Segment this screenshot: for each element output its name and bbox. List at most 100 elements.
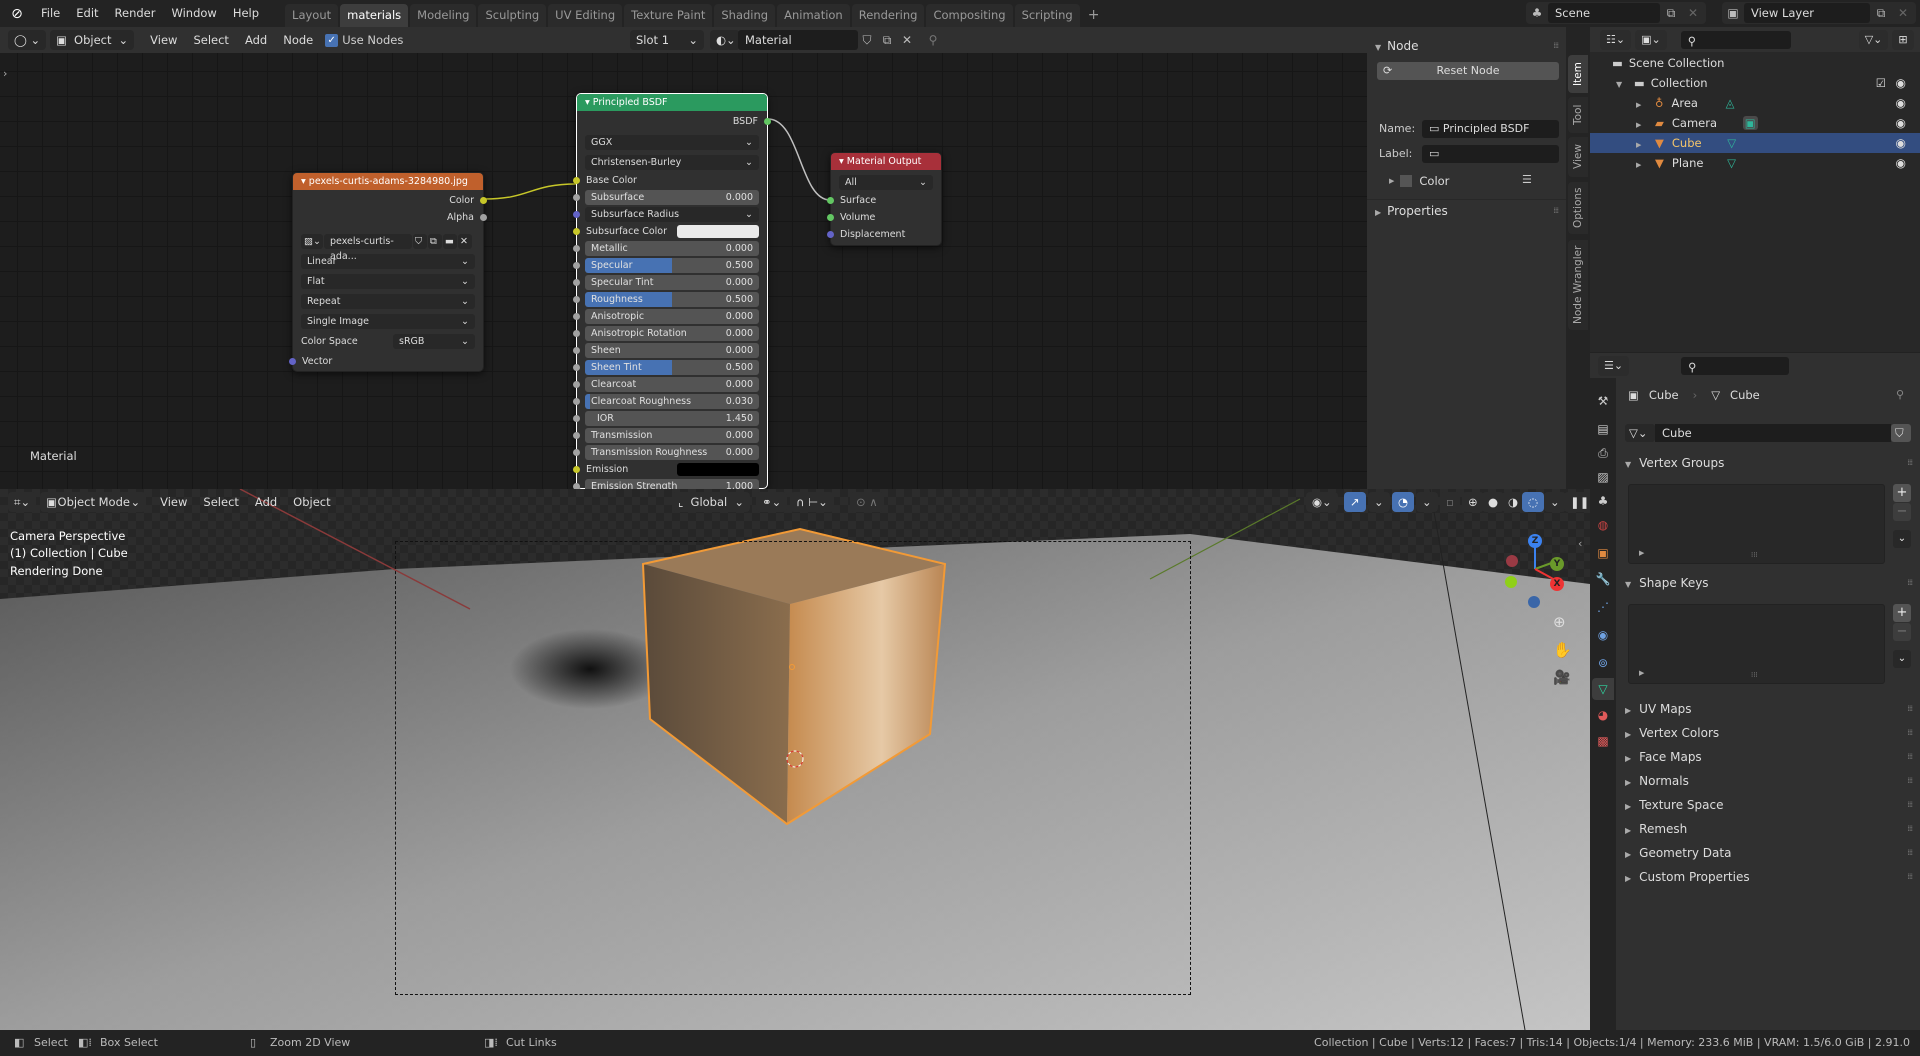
- pin-icon[interactable]: ⚲: [1896, 388, 1904, 401]
- vertex-groups-list[interactable]: ▶ ⁞⁞⁞: [1628, 484, 1885, 564]
- drag-grip-icon[interactable]: ⁞⁞⁞: [1553, 200, 1559, 222]
- expand-triangle-icon[interactable]: ▼: [1616, 80, 1622, 89]
- drag-grip-icon[interactable]: ⁞⁞⁞: [1907, 794, 1913, 816]
- panel-shape-keys[interactable]: ▼ Shape Keys ⁞⁞⁞: [1617, 572, 1920, 594]
- socket[interactable]: [573, 449, 580, 456]
- interpolation-dropdown[interactable]: Linear ⌄: [301, 254, 475, 269]
- world-tab-icon[interactable]: ◍: [1592, 514, 1614, 536]
- editor-type-icon[interactable]: ☰⌄: [1598, 355, 1630, 376]
- eye-icon[interactable]: ◉: [1896, 73, 1906, 93]
- material-tab-icon[interactable]: ◕: [1592, 704, 1614, 726]
- menu-help[interactable]: Help: [225, 0, 267, 27]
- use-color-checkbox[interactable]: [1400, 175, 1413, 187]
- list-expand-icon[interactable]: ▶: [1639, 549, 1644, 557]
- gizmo-neg-x-axis[interactable]: [1506, 555, 1518, 567]
- drag-grip-icon[interactable]: ⁞⁞⁞: [1907, 866, 1913, 888]
- emission-color-swatch[interactable]: [677, 463, 759, 476]
- constraints-tab-icon[interactable]: ⊚: [1592, 652, 1614, 674]
- drag-grip-icon[interactable]: ⁞⁞⁞: [1907, 842, 1913, 864]
- socket[interactable]: [573, 262, 580, 269]
- tool-tab-icon[interactable]: ⚒: [1592, 390, 1614, 412]
- shading-material-icon[interactable]: ◑: [1502, 492, 1525, 512]
- eye-icon[interactable]: ◉: [1896, 93, 1906, 113]
- source-dropdown[interactable]: Single Image ⌄: [301, 314, 475, 329]
- object-tab-icon[interactable]: ▣: [1592, 542, 1614, 564]
- scene-tab-icon[interactable]: ♣: [1592, 490, 1614, 512]
- tab-rendering[interactable]: Rendering: [851, 4, 925, 27]
- display-mode-icon[interactable]: ▣⌄: [1635, 29, 1667, 50]
- sidebar-tab-view[interactable]: View: [1568, 137, 1588, 177]
- drag-grip-icon[interactable]: ⁞⁞⁞: [1907, 698, 1913, 720]
- transform-orientation-dropdown[interactable]: ⌞ Global ⌄: [672, 492, 750, 512]
- bsdf-field-slider[interactable]: Anisotropic Rotation 0.000: [585, 326, 759, 341]
- sidebar-tab-item[interactable]: Item: [1568, 55, 1588, 93]
- socket-emission[interactable]: [573, 466, 580, 473]
- socket[interactable]: [573, 347, 580, 354]
- bsdf-field-slider[interactable]: Clearcoat Roughness 0.030: [585, 394, 759, 409]
- image-name-field[interactable]: pexels-curtis-ada...: [324, 234, 412, 262]
- panel-vertex-colors[interactable]: ▶ Vertex Colors ⁞⁞⁞: [1617, 722, 1920, 744]
- shader-node-editor[interactable]: ◯ ⌄ ▣ Object ⌄ View Select Add Node ✓ Us…: [0, 27, 1567, 494]
- principled-bsdf-node[interactable]: ▾ Principled BSDF BSDF GGX ⌄ Christensen-…: [573, 93, 771, 494]
- tab-modeling[interactable]: Modeling: [410, 4, 477, 27]
- panel-face-maps[interactable]: ▶ Face Maps ⁞⁞⁞: [1617, 746, 1920, 768]
- add-workspace-button[interactable]: +: [1082, 4, 1106, 27]
- proportional-editing-icon[interactable]: ⊙ ∧: [850, 492, 884, 512]
- panel-geometry-data[interactable]: ▶ Geometry Data ⁞⁞⁞: [1617, 842, 1920, 864]
- bsdf-field-slider[interactable]: Sheen 0.000: [585, 343, 759, 358]
- blender-logo-icon[interactable]: ⊘: [7, 4, 27, 24]
- socket[interactable]: [573, 381, 580, 388]
- distribution-dropdown[interactable]: GGX ⌄: [585, 135, 759, 150]
- remove-vertex-group-button[interactable]: −: [1893, 503, 1911, 521]
- physics-tab-icon[interactable]: ◉: [1592, 624, 1614, 646]
- outliner-item-area[interactable]: ▶ ♁ Area ◬ ◉: [1590, 93, 1920, 113]
- bsdf-field-slider[interactable]: Specular Tint 0.000: [585, 275, 759, 290]
- panel-remesh[interactable]: ▶ Remesh ⁞⁞⁞: [1617, 818, 1920, 840]
- pan-hand-icon[interactable]: ✋: [1553, 641, 1572, 659]
- fake-user-shield-icon[interactable]: ⛉: [1891, 424, 1911, 442]
- editor-type-icon[interactable]: ☷⌄: [1600, 29, 1632, 50]
- outliner-scene-collection[interactable]: ▬ Scene Collection: [1590, 53, 1920, 73]
- outliner-search-input[interactable]: ⚲: [1680, 30, 1791, 49]
- tab-sculpting[interactable]: Sculpting: [478, 4, 547, 27]
- panel-properties-header[interactable]: ▶ Properties ⁞⁞⁞: [1367, 199, 1566, 221]
- principled-bsdf-header[interactable]: ▾ Principled BSDF: [577, 94, 767, 111]
- subsurface-radius-dropdown[interactable]: Subsurface Radius ⌄: [585, 207, 759, 222]
- xray-toggle-icon[interactable]: ▫: [1440, 492, 1460, 512]
- expand-triangle-icon[interactable]: ▶: [1636, 141, 1641, 149]
- bsdf-field-slider[interactable]: Subsurface 0.000: [585, 190, 759, 205]
- eye-icon[interactable]: ◉: [1896, 153, 1906, 173]
- material-output-node[interactable]: ▾ Material Output All ⌄ Surface Volume Di…: [827, 152, 942, 246]
- socket[interactable]: [573, 330, 580, 337]
- list-expand-icon[interactable]: ▶: [1639, 669, 1644, 677]
- projection-dropdown[interactable]: Flat ⌄: [301, 274, 475, 289]
- image-texture-node-header[interactable]: ▾ pexels-curtis-adams-3284980.jpg: [293, 173, 483, 190]
- snap-icon[interactable]: ∩ ⊢⌄: [790, 492, 834, 512]
- outliner-item-plane[interactable]: ▶ ▼ Plane ▽ ◉: [1590, 153, 1920, 173]
- view-layer-tab-icon[interactable]: ▨: [1592, 466, 1614, 488]
- socket[interactable]: [573, 364, 580, 371]
- output-target-dropdown[interactable]: All ⌄: [839, 175, 933, 190]
- modifier-tab-icon[interactable]: 🔧: [1592, 568, 1614, 590]
- add-vertex-group-button[interactable]: +: [1893, 484, 1911, 502]
- pause-render-icon[interactable]: ❚❚: [1564, 492, 1590, 512]
- shading-rendered-icon[interactable]: ◌: [1522, 492, 1545, 512]
- drag-grip-icon[interactable]: ⁞⁞⁞: [1907, 722, 1913, 744]
- drag-grip-icon[interactable]: ⁞⁞⁞: [1907, 746, 1913, 768]
- mesh-data-tab-icon[interactable]: ▽: [1592, 678, 1614, 700]
- drag-grip-icon[interactable]: ⁞⁞⁞: [1907, 572, 1913, 594]
- gizmo-z-axis[interactable]: Z: [1528, 534, 1542, 548]
- collapse-icon[interactable]: ▾: [839, 156, 847, 167]
- outliner-collection[interactable]: ▼ ▬ Collection ☑ ◉: [1590, 73, 1920, 93]
- gizmo-y-axis[interactable]: Y: [1550, 557, 1564, 571]
- tab-scripting[interactable]: Scripting: [1014, 4, 1080, 27]
- node-label-field[interactable]: ▭: [1422, 145, 1559, 163]
- exclude-checkbox[interactable]: ☑: [1876, 73, 1886, 93]
- socket[interactable]: [573, 194, 580, 201]
- camera-data-icon[interactable]: ▣: [1742, 116, 1758, 130]
- expand-triangle-icon[interactable]: ▶: [1636, 121, 1641, 129]
- mesh-browse-icon[interactable]: ▽⌄: [1625, 424, 1655, 442]
- gizmo-dropdown[interactable]: ⌄: [1368, 492, 1390, 512]
- remove-shape-key-button[interactable]: −: [1893, 623, 1911, 641]
- reset-node-button[interactable]: ⟳ Reset Node: [1377, 62, 1559, 80]
